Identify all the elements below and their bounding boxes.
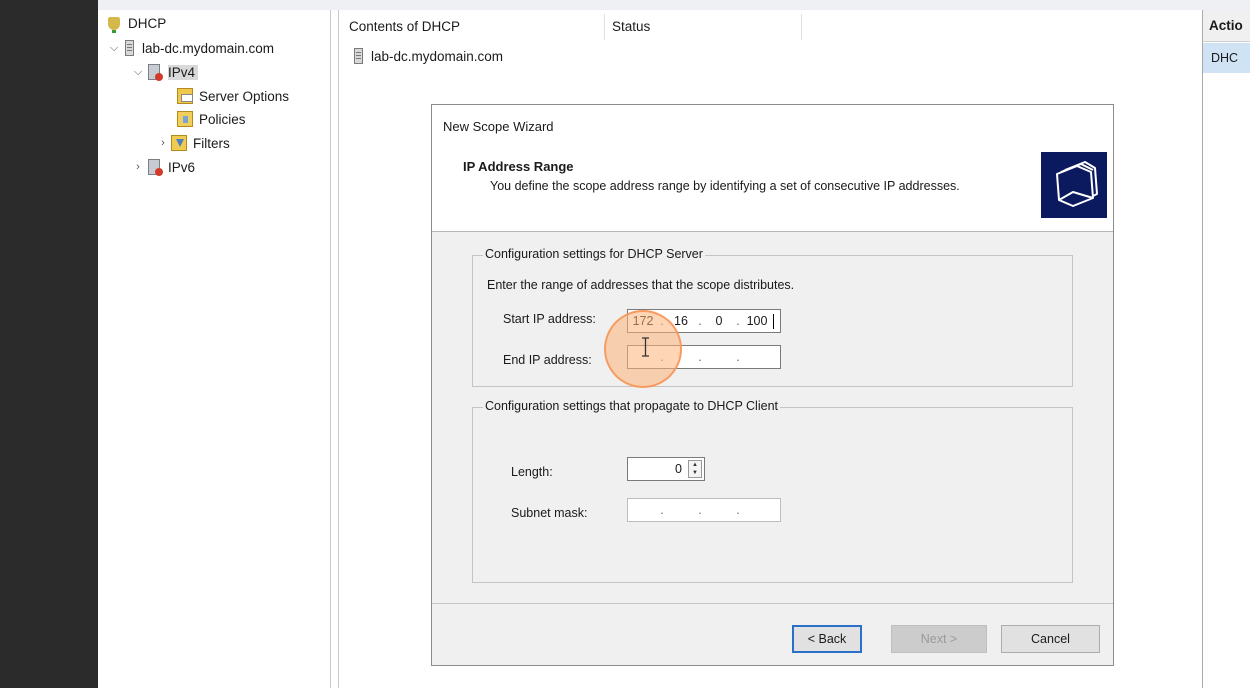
tree-item-label: Policies (199, 111, 246, 127)
group-label: Configuration settings for DHCP Server (483, 247, 705, 261)
tree-item-filters[interactable]: › Filters (155, 132, 230, 154)
column-divider[interactable] (604, 14, 605, 40)
filters-icon (171, 135, 187, 151)
chevron-down-icon[interactable]: ⌵ (130, 66, 146, 79)
actions-header: Actio (1203, 10, 1250, 42)
column-header-label: Status (612, 18, 651, 34)
top-strip (98, 0, 1250, 10)
list-item-server[interactable]: lab-dc.mydomain.com (351, 48, 503, 64)
policies-icon (177, 111, 193, 127)
length-spinner[interactable]: 0 ▲ ▼ (627, 457, 705, 481)
group-label: Configuration settings that propagate to… (483, 399, 780, 413)
column-divider[interactable] (801, 14, 802, 40)
subnet-mask-field[interactable]: . . . (627, 498, 781, 522)
ip-octet[interactable]: 172 (628, 314, 658, 328)
length-value: 0 (675, 462, 682, 476)
text-caret (773, 313, 774, 329)
next-button[interactable]: Next > (891, 625, 987, 653)
spinner-arrows-icon[interactable]: ▲ ▼ (688, 460, 702, 478)
subnet-mask-label: Subnet mask: (511, 506, 588, 520)
server-options-icon (177, 88, 193, 104)
tree-item-server[interactable]: ⌵ lab-dc.mydomain.com (106, 37, 274, 59)
ipv4-icon (148, 64, 163, 81)
back-button[interactable]: < Back (792, 625, 862, 653)
server-icon (354, 48, 363, 64)
length-label: Length: (511, 465, 553, 479)
footer-divider (432, 603, 1113, 604)
cancel-button[interactable]: Cancel (1001, 625, 1100, 653)
tree-item-policies[interactable]: Policies (177, 108, 246, 130)
tree-item-ipv4[interactable]: ⌵ IPv4 (130, 61, 199, 83)
tree-item-label: IPv6 (168, 159, 196, 175)
chevron-right-icon[interactable]: › (155, 137, 171, 149)
ip-octet[interactable]: 0 (704, 314, 734, 328)
start-ip-label: Start IP address: (503, 312, 596, 326)
tree-item-label: Server Options (199, 88, 290, 104)
page-heading: IP Address Range (463, 159, 574, 174)
wizard-title: New Scope Wizard (443, 119, 554, 134)
end-ip-label: End IP address: (503, 353, 592, 367)
tree-item-label: DHCP (128, 15, 167, 31)
list-item-label: lab-dc.mydomain.com (371, 48, 504, 64)
client-settings-group: Configuration settings that propagate to… (472, 399, 1073, 583)
ip-octet[interactable]: 16 (666, 314, 696, 328)
actions-item-dhcp[interactable]: DHC (1203, 43, 1250, 73)
end-ip-field[interactable]: . . . (627, 345, 781, 369)
instruction-text: Enter the range of addresses that the sc… (487, 278, 795, 292)
start-ip-field[interactable]: 172. 16. 0. 100 (627, 309, 781, 333)
column-header-name[interactable]: Contents of DHCP (349, 10, 604, 42)
tree-item-label: Filters (193, 135, 230, 151)
tree-item-server-options[interactable]: Server Options (177, 85, 289, 107)
tree-item-ipv6[interactable]: › IPv6 (130, 156, 195, 178)
server-icon (125, 40, 134, 56)
left-dark-strip (0, 0, 98, 688)
chevron-right-icon[interactable]: › (130, 161, 146, 173)
tree-item-dhcp[interactable]: DHCP (106, 12, 166, 34)
tree-item-label: lab-dc.mydomain.com (142, 40, 275, 56)
ip-octet[interactable]: 100 (742, 314, 772, 328)
column-header-label: Contents of DHCP (349, 18, 461, 34)
ipv6-icon (148, 159, 163, 176)
tree-item-label: IPv4 (168, 64, 199, 80)
new-scope-wizard-dialog: New Scope Wizard IP Address Range You de… (431, 104, 1114, 666)
chevron-down-icon[interactable]: ⌵ (106, 42, 122, 55)
dhcp-root-icon (108, 16, 120, 33)
console-tree-pane: DHCP ⌵ lab-dc.mydomain.com ⌵ IPv4 Server… (98, 10, 331, 688)
folders-icon (1041, 152, 1107, 218)
wizard-header: New Scope Wizard IP Address Range You de… (432, 105, 1113, 232)
actions-pane: Actio DHC (1202, 10, 1250, 688)
column-header-status[interactable]: Status (612, 10, 802, 42)
page-description: You define the scope address range by id… (490, 179, 960, 193)
server-settings-group: Configuration settings for DHCP Server E… (472, 247, 1073, 387)
